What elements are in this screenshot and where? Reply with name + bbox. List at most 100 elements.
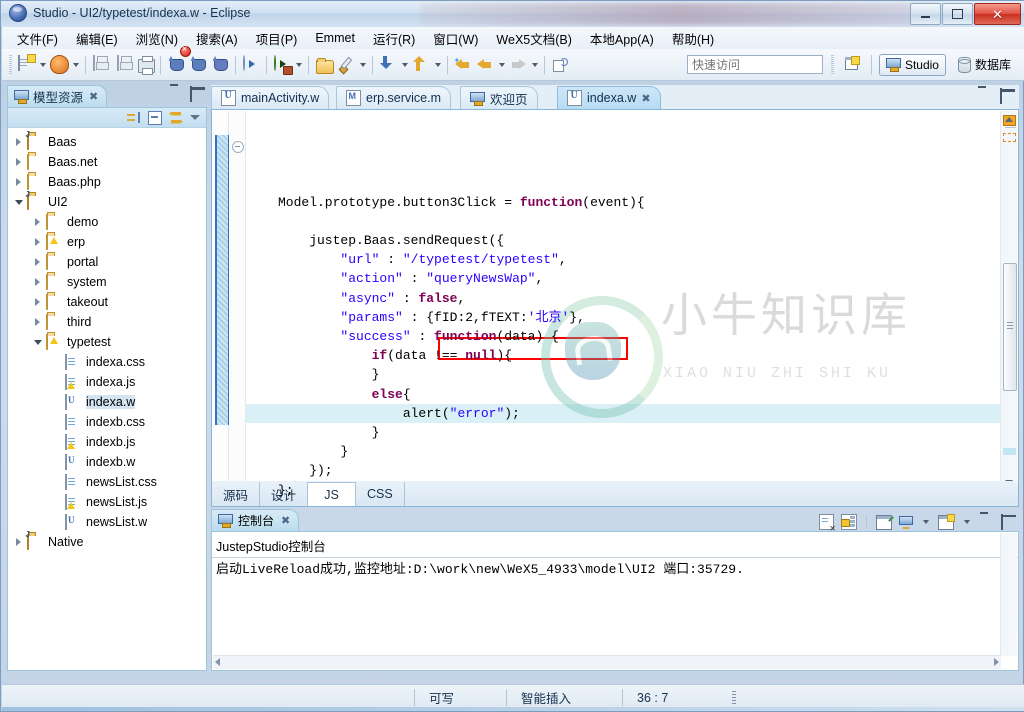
- expand-arrow-icon[interactable]: [12, 156, 25, 169]
- menu-edit[interactable]: 编辑(E): [67, 27, 127, 50]
- tree-item-erp[interactable]: erp: [8, 232, 206, 252]
- page-tab-source[interactable]: 源码: [212, 482, 261, 506]
- close-icon[interactable]: ✖: [281, 514, 290, 527]
- minimize-button[interactable]: [979, 515, 994, 530]
- menu-search[interactable]: 搜索(A): [187, 27, 247, 50]
- menu-window[interactable]: 窗口(W): [424, 27, 487, 50]
- tree-item-baas[interactable]: Baas: [8, 132, 206, 152]
- tab-indexa-w[interactable]: indexa.w ✖: [557, 86, 661, 109]
- tree-item-indexa-js[interactable]: indexa.js: [8, 372, 206, 392]
- menu-run[interactable]: 运行(R): [364, 27, 424, 50]
- code-editor[interactable]: Model.prototype.button3Click = function(…: [246, 111, 1017, 504]
- back-star-button[interactable]: ✦: [452, 54, 474, 76]
- tree-item-baas-net[interactable]: Baas.net: [8, 152, 206, 172]
- sync-icon[interactable]: [169, 112, 183, 124]
- forward-dropdown[interactable]: [529, 54, 540, 76]
- browser-cat-button[interactable]: [209, 54, 231, 76]
- tree-item-ui2[interactable]: UI2: [8, 192, 206, 212]
- stop-cat-button[interactable]: [179, 45, 209, 76]
- minimize-button[interactable]: [977, 89, 992, 104]
- new-dropdown[interactable]: [37, 54, 48, 76]
- menu-wex5-doc[interactable]: WeX5文档(B): [487, 27, 580, 50]
- collapse-all-icon[interactable]: [148, 110, 162, 125]
- tab-console[interactable]: 控制台 ✖: [211, 509, 300, 531]
- menu-emmet[interactable]: Emmet: [306, 29, 364, 47]
- toolbar-grip[interactable]: [9, 54, 12, 75]
- scroll-right-icon[interactable]: [994, 658, 999, 666]
- download-dropdown[interactable]: [399, 54, 410, 76]
- maximize-button[interactable]: [1001, 513, 1016, 530]
- expand-arrow-icon[interactable]: [31, 316, 44, 329]
- maximize-button[interactable]: [190, 86, 205, 102]
- tab-welcome[interactable]: 欢迎页: [460, 86, 538, 109]
- forward-button[interactable]: [507, 54, 529, 76]
- tree-item-indexa-css[interactable]: indexa.css: [8, 352, 206, 372]
- tree-item-baas-php[interactable]: Baas.php: [8, 172, 206, 192]
- print-button[interactable]: [134, 54, 156, 76]
- marker-occurrence[interactable]: [1003, 133, 1016, 142]
- brush-dropdown[interactable]: [357, 54, 368, 76]
- save-button[interactable]: [90, 54, 112, 76]
- expand-arrow-icon[interactable]: [31, 276, 44, 289]
- chevron-down-icon[interactable]: [190, 115, 200, 120]
- collapse-arrow-icon[interactable]: [12, 196, 25, 209]
- back-dropdown[interactable]: [496, 54, 507, 76]
- clear-icon[interactable]: [819, 514, 836, 533]
- menu-local-app[interactable]: 本地App(A): [581, 27, 663, 50]
- expand-arrow-icon[interactable]: [31, 296, 44, 309]
- run-button[interactable]: [240, 54, 262, 76]
- perspective-grip[interactable]: [830, 54, 834, 75]
- display-selected-dropdown[interactable]: [920, 511, 931, 533]
- run-as-button[interactable]: [271, 54, 293, 76]
- expand-arrow-icon[interactable]: [12, 536, 25, 549]
- tree-item-newslist-css[interactable]: newsList.css: [8, 472, 206, 492]
- perspective-database[interactable]: 数据库: [951, 54, 1018, 76]
- close-button[interactable]: ✕: [974, 3, 1021, 25]
- tree-item-demo[interactable]: demo: [8, 212, 206, 232]
- tab-model-resource[interactable]: 模型资源 ✖: [7, 85, 108, 107]
- expand-arrow-icon[interactable]: [31, 236, 44, 249]
- tree-item-indexb-w[interactable]: indexb.w: [8, 452, 206, 472]
- tree-item-takeout[interactable]: takeout: [8, 292, 206, 312]
- collapse-arrow-icon[interactable]: [31, 336, 44, 349]
- new-button[interactable]: [15, 54, 37, 76]
- run-as-dropdown[interactable]: [293, 54, 304, 76]
- menu-help[interactable]: 帮助(H): [663, 27, 723, 50]
- close-icon[interactable]: ✖: [641, 92, 650, 105]
- lock-icon[interactable]: [841, 514, 857, 530]
- expand-arrow-icon[interactable]: [31, 216, 44, 229]
- open-resource-dropdown[interactable]: [70, 54, 81, 76]
- tree-item-third[interactable]: third: [8, 312, 206, 332]
- scroll-left-icon[interactable]: [215, 658, 220, 666]
- maximize-button[interactable]: [942, 3, 973, 25]
- brush-button[interactable]: [335, 54, 357, 76]
- scroll-up-icon[interactable]: [1005, 117, 1013, 122]
- expand-arrow-icon[interactable]: [12, 136, 25, 149]
- tab-erp-service-m[interactable]: erp.service.m: [336, 86, 452, 109]
- collapse-icon[interactable]: [127, 111, 141, 124]
- tab-mainactivity-w[interactable]: mainActivity.w: [211, 86, 330, 109]
- tree-item-portal[interactable]: portal: [8, 252, 206, 272]
- back-button[interactable]: [474, 54, 496, 76]
- menu-file[interactable]: 文件(F): [8, 27, 67, 50]
- tree-item-indexa-w[interactable]: indexa.w: [8, 392, 206, 412]
- tree-item-typetest[interactable]: typetest: [8, 332, 206, 352]
- menu-navigate[interactable]: 浏览(N): [127, 27, 187, 50]
- open-console-icon[interactable]: [899, 515, 913, 529]
- status-grip[interactable]: [732, 690, 736, 705]
- save-all-button[interactable]: [112, 54, 134, 76]
- close-icon[interactable]: ✖: [89, 90, 98, 103]
- pin-icon[interactable]: [876, 514, 892, 530]
- menu-project[interactable]: 项目(P): [247, 27, 307, 50]
- download-button[interactable]: [377, 54, 399, 76]
- minimize-button[interactable]: [910, 3, 941, 25]
- console-vertical-scrollbar[interactable]: [1000, 533, 1017, 656]
- open-resource-button[interactable]: [48, 54, 70, 76]
- upload-dropdown[interactable]: [432, 54, 443, 76]
- fold-collapse-icon[interactable]: [232, 141, 244, 153]
- quick-access-input[interactable]: [686, 55, 823, 74]
- tree-item-system[interactable]: system: [8, 272, 206, 292]
- open-console-dropdown[interactable]: [961, 511, 972, 533]
- minimize-button[interactable]: [169, 87, 184, 102]
- upload-button[interactable]: [410, 54, 432, 76]
